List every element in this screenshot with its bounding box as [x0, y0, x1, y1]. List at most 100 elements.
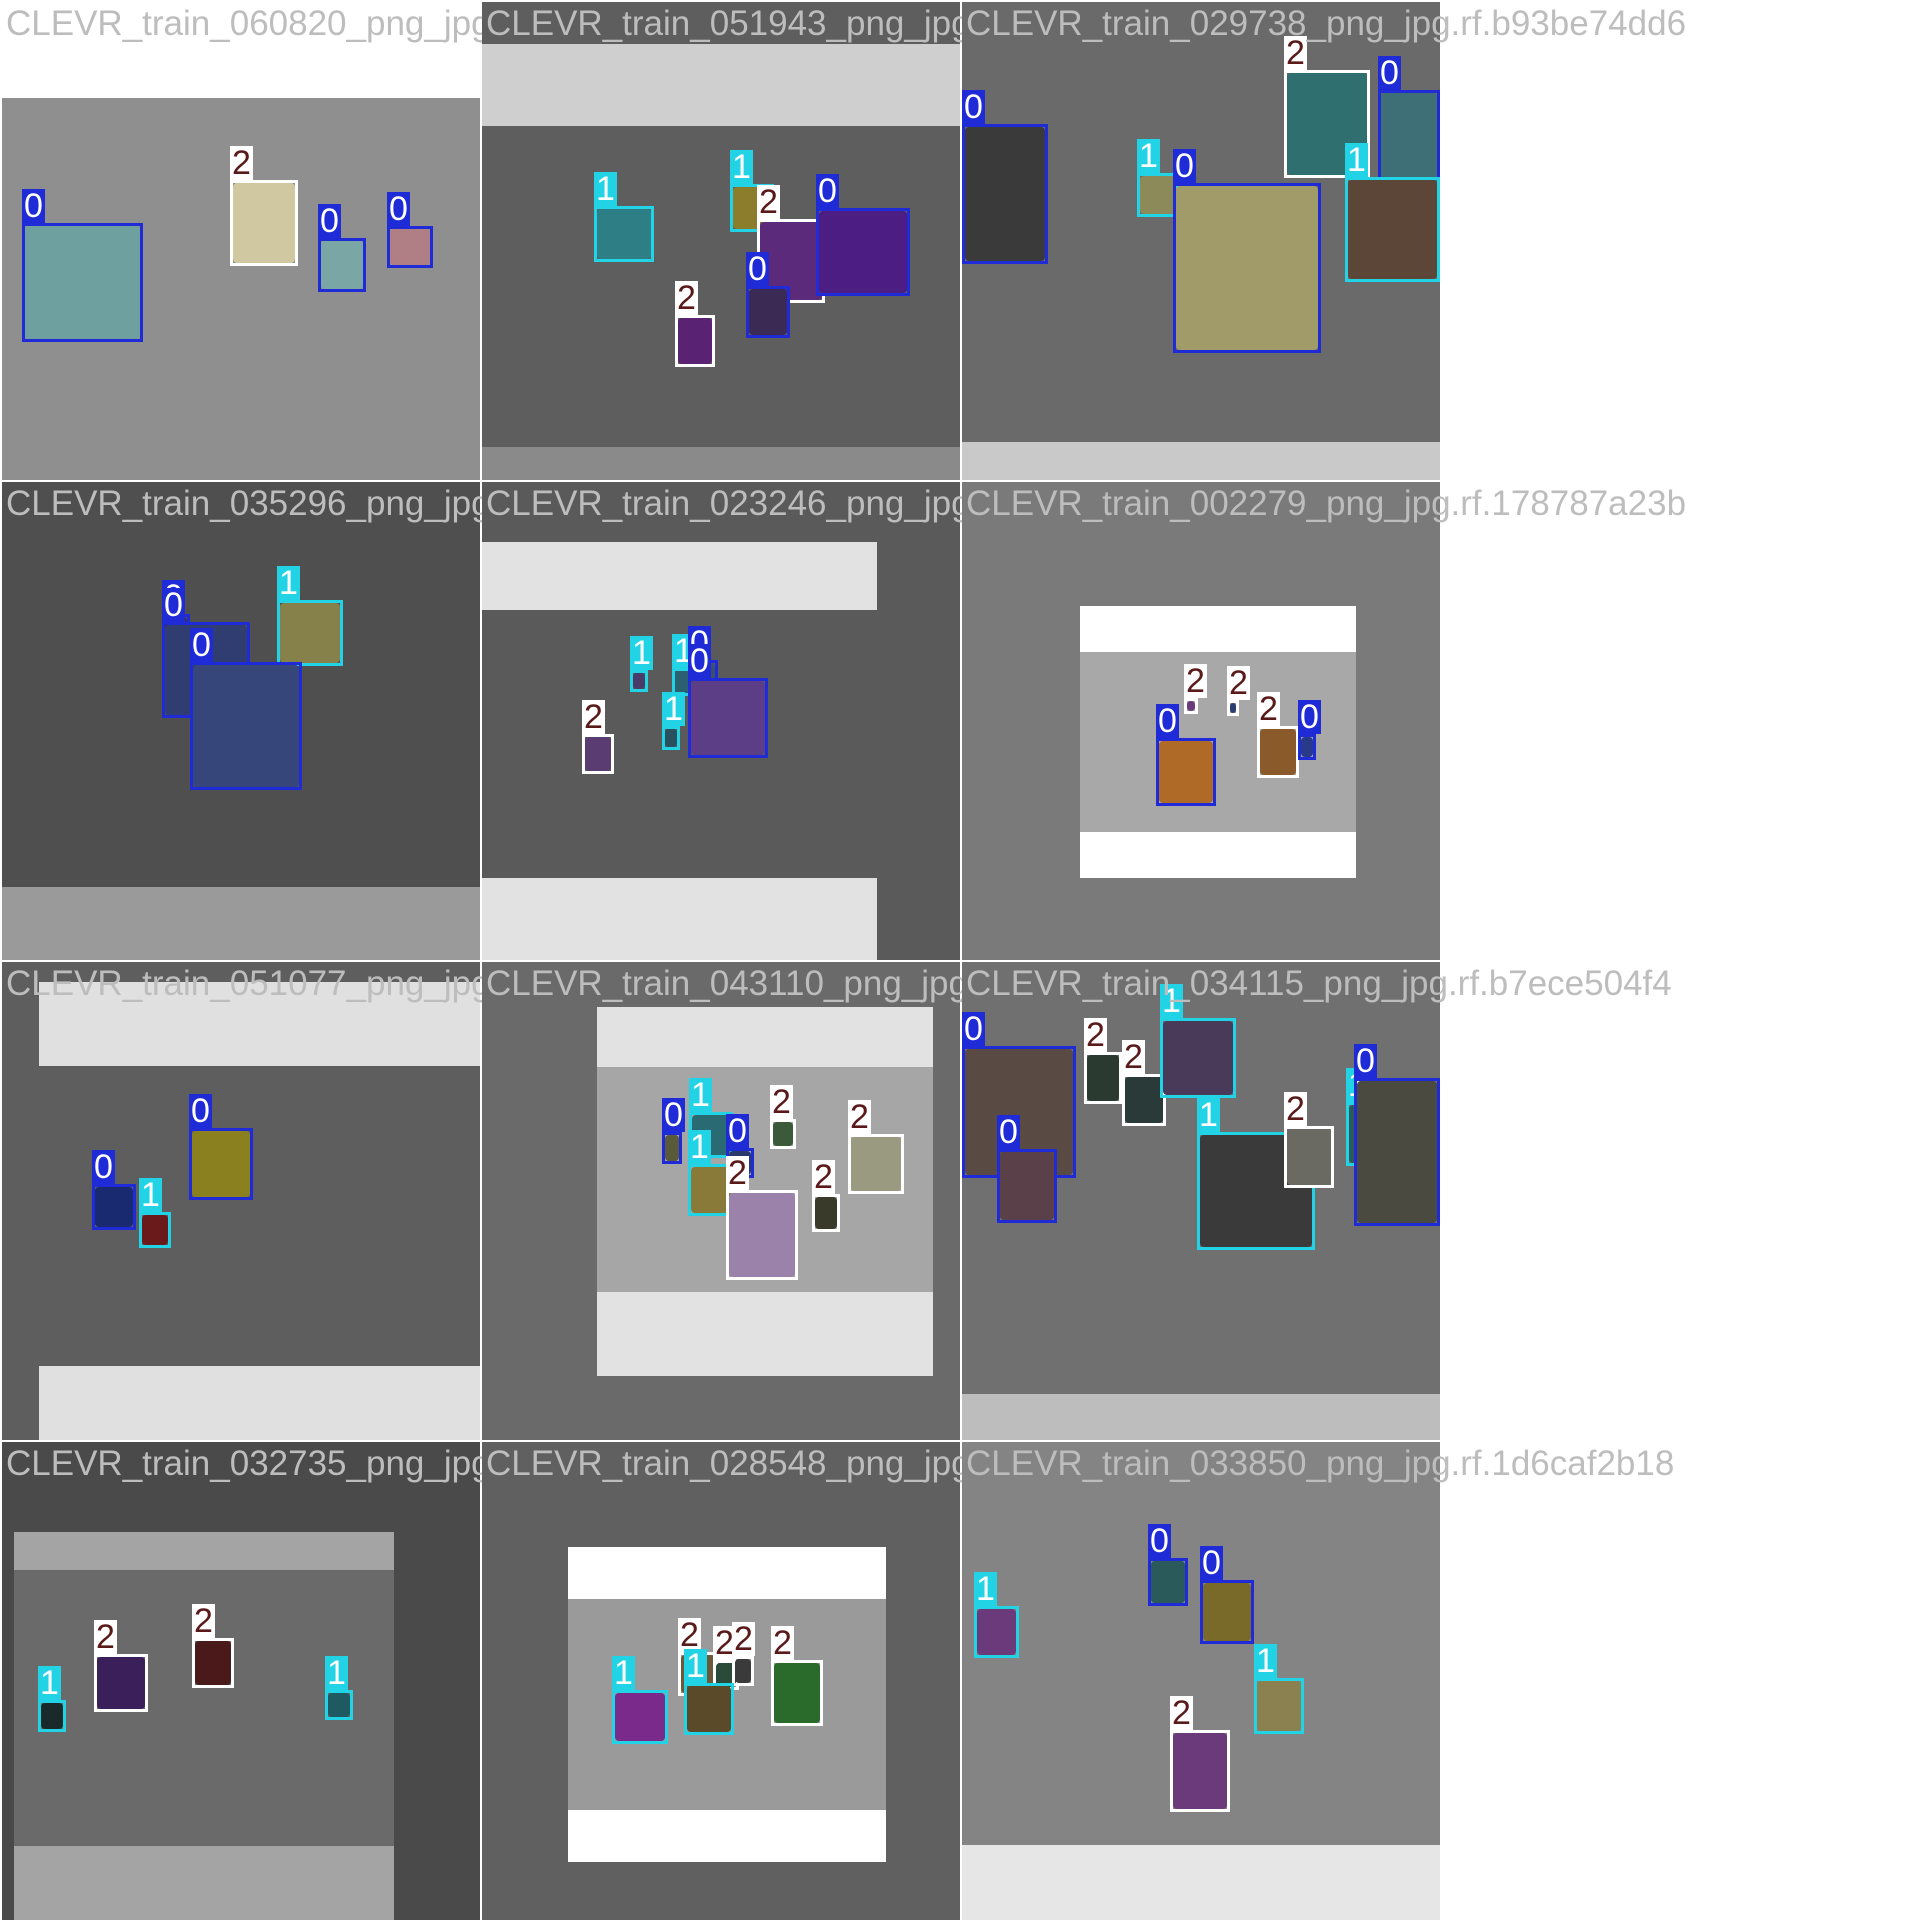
detection-box — [582, 734, 614, 774]
detection-class-label: 2 — [1284, 1090, 1307, 1128]
letterbox-band — [568, 1810, 886, 1862]
detection-class-label: 0 — [1354, 1042, 1377, 1080]
letterbox-band — [597, 1292, 933, 1376]
detection-class-label: 2 — [1170, 1694, 1193, 1732]
detection-box — [189, 1128, 253, 1200]
detection-class-label: 0 — [92, 1148, 115, 1186]
mosaic-tile: 222112 — [482, 1442, 960, 1920]
letterbox-band — [962, 442, 1440, 480]
mosaic-tile: 110210 — [482, 482, 960, 960]
mosaic-tile: 020101 — [962, 2, 1440, 480]
mosaic-tile: 0100 — [2, 482, 480, 960]
detection-class-label: 2 — [1257, 690, 1280, 728]
detection-class-label: 2 — [757, 183, 780, 221]
detection-box — [1084, 1052, 1122, 1104]
detection-class-label: 2 — [812, 1158, 835, 1196]
letterbox-band — [482, 44, 960, 126]
mosaic-tile: 12201022 — [482, 962, 960, 1440]
detection-box — [962, 124, 1048, 264]
detection-box — [684, 1683, 734, 1735]
mosaic-tile: 022101210 — [962, 962, 1440, 1440]
detection-box — [974, 1606, 1019, 1658]
detection-box — [277, 600, 343, 666]
detection-class-label: 2 — [1122, 1038, 1145, 1076]
detection-class-label: 1 — [594, 170, 617, 208]
detection-class-label: 0 — [22, 187, 45, 225]
detection-box — [997, 1149, 1057, 1223]
detection-box — [612, 1690, 668, 1744]
detection-box — [746, 286, 790, 338]
detection-class-label: 0 — [816, 172, 839, 210]
detection-class-label: 1 — [684, 1647, 707, 1685]
letterbox-band — [1080, 606, 1356, 652]
detection-box — [230, 180, 298, 266]
detection-class-label: 2 — [675, 279, 698, 317]
letterbox-band — [962, 1394, 1440, 1440]
letterbox-band — [482, 542, 877, 610]
detection-box — [848, 1134, 904, 1194]
detection-box — [816, 208, 910, 296]
letterbox-band — [597, 1007, 933, 1067]
letterbox-band — [1080, 832, 1356, 878]
detection-class-label: 2 — [1227, 664, 1250, 702]
detection-box — [771, 1660, 823, 1726]
detection-class-label: 0 — [1378, 54, 1401, 92]
detection-class-label: 2 — [732, 1620, 755, 1658]
detection-class-label: 2 — [1184, 662, 1207, 700]
detection-box — [1170, 1730, 1230, 1812]
detection-box — [1284, 1126, 1334, 1188]
detection-box — [94, 1654, 148, 1712]
mosaic-tile: 22200 — [962, 482, 1440, 960]
detection-class-label: 1 — [730, 148, 753, 186]
detection-box — [1148, 1558, 1188, 1606]
detection-box — [726, 1190, 798, 1280]
detection-class-label: 0 — [190, 626, 213, 664]
detection-box — [732, 1656, 754, 1686]
detection-box — [1200, 1580, 1254, 1644]
detection-class-label: 2 — [1084, 1016, 1107, 1054]
detection-class-label: 2 — [770, 1083, 793, 1121]
detection-box — [1298, 734, 1316, 760]
detection-class-label: 0 — [662, 1096, 685, 1134]
detection-box — [675, 315, 715, 367]
mosaic-grid: 0 2 0 0 CLEVR_train_060820_png_jpg.rf.5935ae… — [0, 0, 1920, 1920]
detection-class-label: 0 — [997, 1113, 1020, 1151]
detection-class-label: 0 — [162, 586, 185, 624]
detection-class-label: 2 — [1284, 34, 1307, 72]
detection-box — [139, 1212, 171, 1248]
detection-class-label: 1 — [974, 1570, 997, 1608]
detection-box — [1254, 1678, 1304, 1734]
letterbox-band — [39, 982, 480, 1066]
mosaic-tile: 0 2 0 0 — [2, 2, 480, 480]
detection-class-label: 0 — [962, 1010, 985, 1048]
mosaic-tile: 2211 — [2, 1442, 480, 1920]
detection-box — [192, 1638, 234, 1688]
detection-box — [1354, 1078, 1440, 1226]
detection-box — [594, 206, 654, 262]
detection-class-label: 1 — [139, 1176, 162, 1214]
detection-class-label: 1 — [277, 564, 300, 602]
detection-class-label: 0 — [1148, 1522, 1171, 1560]
detection-box — [318, 238, 366, 292]
letterbox-band — [2, 2, 480, 98]
detection-box — [22, 223, 143, 342]
detection-class-label: 2 — [582, 698, 605, 736]
detection-class-label: 1 — [1137, 137, 1160, 175]
detection-box — [1184, 698, 1198, 714]
letterbox-band — [568, 1547, 886, 1599]
letterbox-band — [962, 1845, 1440, 1920]
detection-class-label: 2 — [230, 144, 253, 182]
detection-class-label: 2 — [192, 1602, 215, 1640]
detection-class-label: 2 — [726, 1154, 749, 1192]
detection-box — [662, 726, 680, 750]
detection-box — [1345, 177, 1440, 282]
detection-class-label: 1 — [688, 1128, 711, 1166]
detection-class-label: 0 — [962, 88, 985, 126]
detection-class-label: 0 — [1298, 698, 1321, 736]
mosaic-tile: 00 1 1 2 — [962, 1442, 1440, 1920]
detection-box — [1227, 700, 1239, 716]
detection-class-label: 1 — [1160, 982, 1183, 1020]
letterbox-band — [2, 887, 480, 960]
detection-box — [92, 1184, 136, 1230]
detection-class-label: 1 — [1197, 1096, 1220, 1134]
